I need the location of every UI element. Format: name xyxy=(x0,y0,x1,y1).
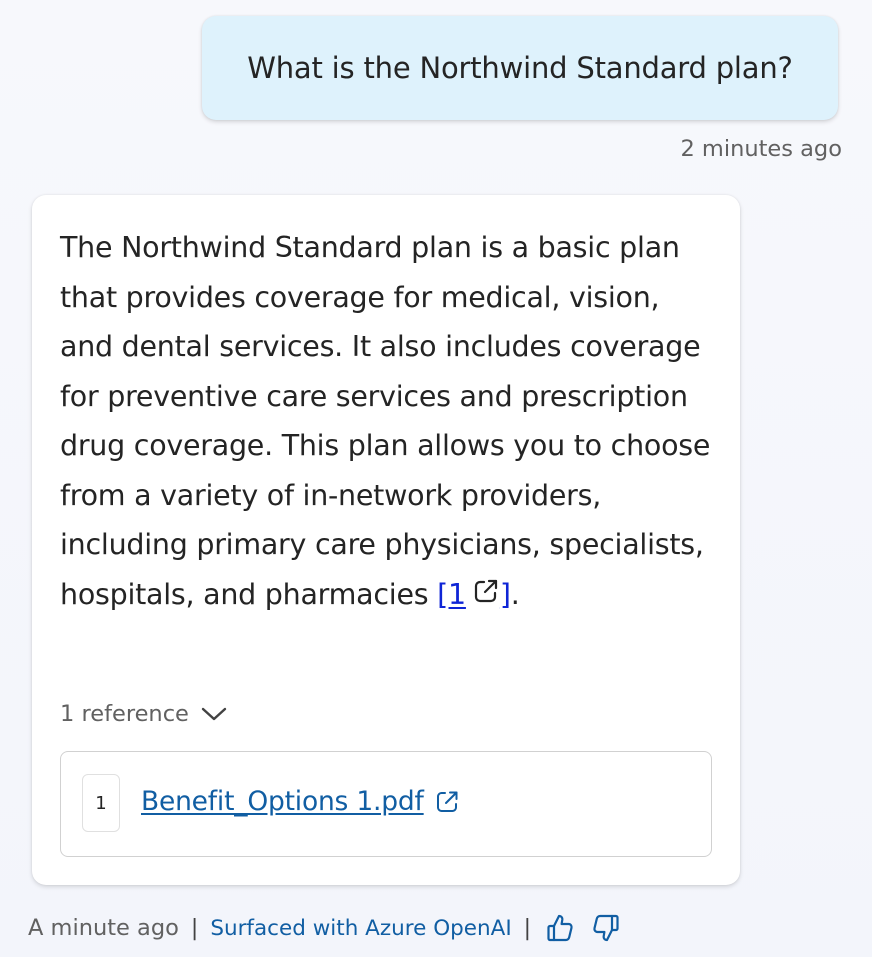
user-message-timestamp: 2 minutes ago xyxy=(680,136,842,162)
reference-item: 1 Benefit_Options 1.pdf xyxy=(60,751,712,857)
reference-link[interactable]: Benefit_Options 1.pdf xyxy=(141,786,460,817)
user-message-text: What is the Northwind Standard plan? xyxy=(247,51,793,85)
thumbs-up-icon[interactable] xyxy=(545,912,575,944)
citation-close: ] xyxy=(499,577,511,611)
surfaced-with-azure-openai-link[interactable]: Surfaced with Azure OpenAI xyxy=(210,916,511,941)
external-link-icon xyxy=(434,789,460,815)
external-link-icon xyxy=(472,571,500,621)
answer-text: The Northwind Standard plan is a basic p… xyxy=(60,231,711,611)
reference-title: Benefit_Options 1.pdf xyxy=(141,786,424,817)
footer-separator: | xyxy=(523,915,532,941)
assistant-message-timestamp: A minute ago xyxy=(28,915,179,941)
chevron-down-icon xyxy=(201,706,227,722)
assistant-answer: The Northwind Standard plan is a basic p… xyxy=(60,223,720,620)
thumbs-down-icon[interactable] xyxy=(591,912,621,944)
citation-link[interactable]: [1] xyxy=(437,578,511,611)
references-toggle[interactable]: 1 reference xyxy=(60,701,227,727)
footer-separator: | xyxy=(190,915,199,941)
assistant-message-footer: A minute ago | Surfaced with Azure OpenA… xyxy=(28,906,621,950)
reference-number: 1 xyxy=(82,774,120,832)
references-label: 1 reference xyxy=(60,701,189,727)
user-message-bubble: What is the Northwind Standard plan? xyxy=(202,16,838,120)
citation-number: [1 xyxy=(437,577,466,611)
answer-end: . xyxy=(510,577,520,611)
assistant-message-card: The Northwind Standard plan is a basic p… xyxy=(32,195,740,885)
